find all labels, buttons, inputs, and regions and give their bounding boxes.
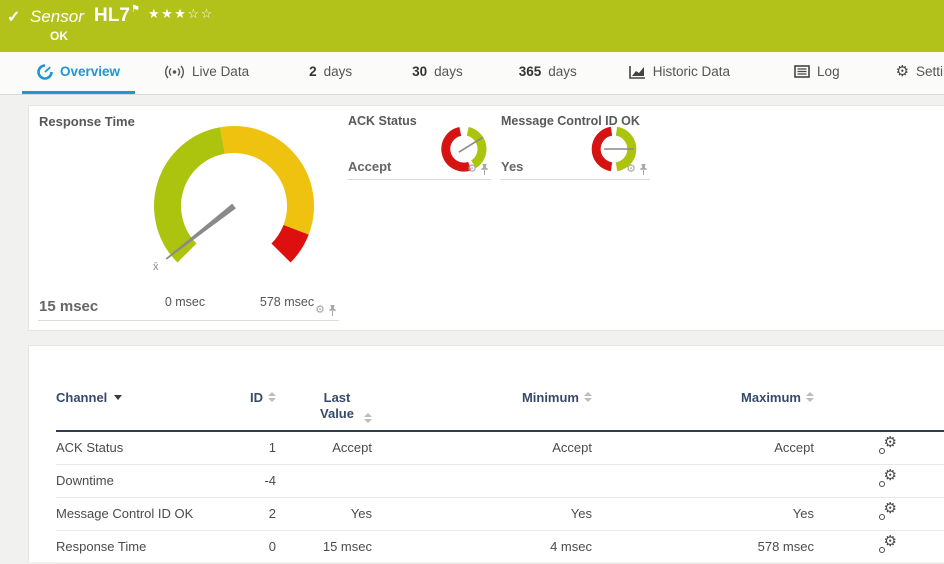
priority-stars[interactable]: ★★★☆☆ [148, 6, 214, 22]
channel-minimum: Accept [372, 440, 592, 455]
tab-historic-data-label: Historic Data [653, 64, 730, 79]
status-check-icon: ✓ [7, 7, 20, 27]
channel-name[interactable]: Downtime [56, 473, 222, 488]
message-control-value: Yes [501, 159, 523, 174]
channel-settings-icon[interactable]: ⚙ [878, 504, 897, 521]
response-time-value: 15 msec [39, 298, 98, 315]
table-row[interactable]: Message Control ID OK 2 Yes Yes Yes ⚙ [56, 498, 944, 531]
sort-icon [268, 392, 276, 402]
gauge-settings-icon[interactable]: ⚙ [315, 305, 325, 316]
tab-365-days[interactable]: 365 days [504, 52, 592, 94]
tab-2-days-number: 2 [309, 64, 317, 79]
gauge-min-label: 0 msec [148, 295, 222, 309]
channel-settings-icon[interactable]: ⚙ [878, 537, 897, 554]
channel-settings-icon[interactable]: ⚙ [878, 438, 897, 455]
tab-live-data-label: Live Data [192, 64, 249, 79]
header-maximum[interactable]: Maximum [592, 390, 814, 405]
pin-icon[interactable] [480, 164, 489, 175]
ack-status-gauge-cell[interactable]: ACK Status Accept ⚙ [347, 112, 491, 180]
status-badge: OK [50, 29, 68, 43]
response-time-gauge-cell[interactable]: Response Time x̄ 0 msec 578 msec 15 msec… [38, 112, 339, 321]
table-row[interactable]: ACK Status 1 Accept Accept Accept ⚙ [56, 432, 944, 465]
sensor-name: HL7 [94, 5, 130, 27]
gauge-settings-icon[interactable]: ⚙ [626, 164, 636, 175]
response-time-gauge: x̄ [129, 114, 339, 284]
channel-last-value: 15 msec [276, 539, 372, 554]
header-id[interactable]: ID [222, 390, 276, 405]
channel-maximum: 578 msec [592, 539, 814, 554]
header-last-value-label: Last Value [315, 390, 359, 423]
ack-status-value: Accept [348, 159, 391, 174]
channel-settings-icon[interactable]: ⚙ [878, 471, 897, 488]
channel-name[interactable]: Response Time [56, 539, 222, 554]
tab-bar: Overview Live Data 2 days 30 days 365 da… [0, 52, 944, 95]
tab-2-days[interactable]: 2 days [294, 52, 367, 94]
historic-chart-icon [629, 65, 646, 79]
channel-id: 2 [222, 506, 276, 521]
tab-30-days[interactable]: 30 days [397, 52, 478, 94]
tab-log-label: Log [817, 64, 840, 79]
channels-panel: Channel ID Last Value Minimum Maximum [28, 345, 944, 562]
channel-minimum: Yes [372, 506, 592, 521]
gear-icon: ⚙ [896, 64, 909, 79]
average-marker: x̄ [153, 261, 159, 273]
tab-log[interactable]: Log [779, 52, 855, 94]
gauge-cell-icons: ⚙ [626, 164, 648, 175]
gauge-max-label: 578 msec [250, 295, 324, 309]
pin-icon[interactable] [639, 164, 648, 175]
table-row[interactable]: Downtime -4 ⚙ [56, 465, 944, 498]
channel-id: 0 [222, 539, 276, 554]
header-maximum-label: Maximum [741, 390, 801, 405]
sensor-type-label: Sensor [30, 7, 84, 27]
log-icon [794, 65, 810, 78]
sort-icon [584, 392, 592, 402]
tab-overview[interactable]: Overview [22, 52, 135, 94]
header-channel[interactable]: Channel [56, 390, 222, 405]
channel-last-value: Accept [276, 440, 372, 455]
tab-overview-label: Overview [60, 64, 120, 79]
flag-icon[interactable]: ⚑ [131, 4, 140, 15]
gauge-icon [37, 64, 53, 80]
table-row[interactable]: Response Time 0 15 msec 4 msec 578 msec … [56, 531, 944, 564]
tab-live-data[interactable]: Live Data [149, 52, 264, 94]
channel-minimum: 4 msec [372, 539, 592, 554]
tab-365-days-number: 365 [519, 64, 542, 79]
sensor-header: ✓ Sensor HL7 ⚑ ★★★☆☆ OK [0, 0, 944, 52]
header-channel-label: Channel [56, 390, 107, 405]
channel-name[interactable]: Message Control ID OK [56, 506, 222, 521]
channel-table: Channel ID Last Value Minimum Maximum [56, 390, 944, 564]
channel-id: -4 [222, 473, 276, 488]
gauge-cell-icons: ⚙ [467, 164, 489, 175]
tab-30-days-number: 30 [412, 64, 427, 79]
message-control-gauge-cell[interactable]: Message Control ID OK Yes ⚙ [500, 112, 650, 180]
channel-last-value: Yes [276, 506, 372, 521]
gauges-panel: Response Time x̄ 0 msec 578 msec 15 msec… [28, 105, 944, 331]
channel-maximum: Yes [592, 506, 814, 521]
broadcast-icon [164, 65, 185, 79]
gauge-cell-icons: ⚙ [315, 305, 337, 316]
sort-desc-icon [114, 395, 122, 400]
channel-name[interactable]: ACK Status [56, 440, 222, 455]
channel-maximum: Accept [592, 440, 814, 455]
tab-settings-label: Settings [916, 64, 944, 79]
header-last-value[interactable]: Last Value [276, 390, 372, 423]
header-minimum-label: Minimum [522, 390, 579, 405]
tab-historic-data[interactable]: Historic Data [614, 52, 745, 94]
tab-30-days-label: days [434, 64, 463, 79]
sort-icon [364, 413, 372, 423]
header-minimum[interactable]: Minimum [372, 390, 592, 405]
header-id-label: ID [250, 390, 263, 405]
tab-settings[interactable]: ⚙ Settings [881, 52, 944, 94]
sort-icon [806, 392, 814, 402]
channel-table-header: Channel ID Last Value Minimum Maximum [56, 390, 944, 432]
pin-icon[interactable] [328, 305, 337, 316]
tab-2-days-label: days [324, 64, 353, 79]
tab-365-days-label: days [548, 64, 577, 79]
channel-id: 1 [222, 440, 276, 455]
gauge-settings-icon[interactable]: ⚙ [467, 164, 477, 175]
